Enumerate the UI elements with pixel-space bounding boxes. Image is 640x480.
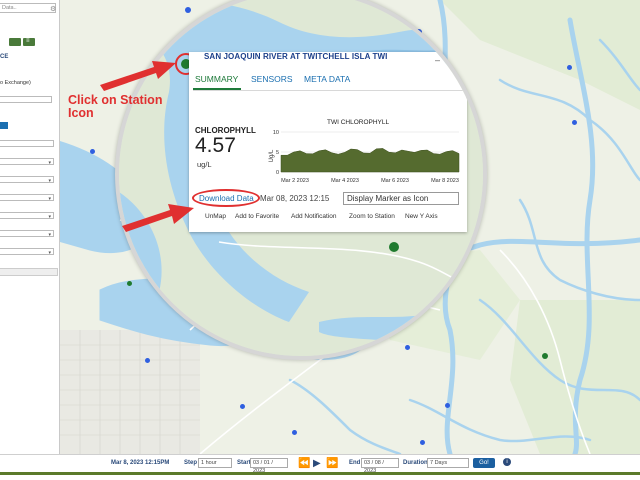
unmap-button[interactable]: UnMap [205, 213, 226, 220]
step-value: 1 hour [201, 460, 217, 466]
add-notification-button[interactable]: Add Notification [291, 213, 337, 220]
close-icon[interactable]: ✕ [451, 55, 459, 66]
station-marker[interactable] [445, 403, 450, 408]
go-button[interactable]: Go! [473, 458, 495, 468]
station-marker[interactable] [567, 65, 572, 70]
sliders-icon: ≡ [26, 38, 30, 44]
info-icon[interactable]: i [503, 458, 511, 466]
go-label: Go! [479, 460, 489, 466]
sidebar-section-label: CE [0, 54, 9, 60]
search-placeholder: Data.. [2, 5, 17, 11]
rewind-icon[interactable]: ⏪ [298, 458, 310, 469]
station-marker-green[interactable] [542, 353, 548, 359]
station-popup: SAN JOAQUIN RIVER AT TWITCHELL ISLA TWI … [189, 52, 467, 232]
station-marker[interactable] [292, 430, 297, 435]
station-marker[interactable] [420, 440, 425, 445]
station-marker[interactable] [240, 404, 245, 409]
search-input[interactable]: Data.. [0, 3, 56, 13]
sidebar-dropdown[interactable]: ▾ [0, 176, 54, 184]
end-date-field[interactable]: 03 / 08 / 2023 [361, 458, 399, 474]
sidebar-dropdown[interactable]: ▾ [0, 158, 54, 166]
time-controls-bar: Mar 8, 2023 12:15PM Step 1 hour Start 03… [0, 454, 640, 474]
play-icon[interactable]: ▶ [313, 458, 321, 469]
sidebar: Data.. ⚙ ≡ CE o Exchange) ▾ ▾ ▾ ▾ ▾ ▾ [0, 0, 60, 454]
arrow-to-download-data [122, 204, 194, 232]
chart-x-tick-label: Mar 2 2023 [281, 178, 309, 184]
sidebar-field[interactable] [0, 140, 54, 147]
end-label: End [349, 460, 361, 466]
download-highlight-ring [192, 189, 260, 207]
station-marker[interactable] [572, 120, 577, 125]
chevron-down-icon: ▾ [48, 250, 51, 256]
tab-meta-data[interactable]: META DATA [304, 74, 350, 84]
chevron-down-icon: ▾ [48, 196, 51, 202]
start-label: Start [237, 460, 251, 466]
sidebar-dropdown[interactable]: ▾ [0, 194, 54, 202]
layer-button[interactable] [9, 38, 21, 46]
display-mode-value: Display Marker as Icon [347, 194, 429, 203]
chevron-down-icon: ▾ [48, 178, 51, 184]
arrow-to-station-icon [100, 61, 176, 91]
tab-summary[interactable]: SUMMARY [195, 74, 238, 84]
chevron-down-icon: ▾ [48, 214, 51, 220]
gear-icon[interactable]: ⚙ [50, 5, 56, 13]
sidebar-apply-button[interactable] [0, 122, 8, 129]
sidebar-dropdown[interactable]: ▾ [0, 212, 54, 220]
measurement-unit: ug/L [197, 160, 212, 169]
step-label: Step [184, 460, 198, 466]
latest-timestamp: Mar 08, 2023 12:15 [260, 194, 330, 203]
chart-x-tick-label: Mar 6 2023 [381, 178, 409, 184]
duration-label: Duration [403, 460, 428, 466]
chart-title: TWI CHLOROPHYLL [327, 119, 390, 126]
start-date-field[interactable]: 03 / 01 / 2023 [250, 458, 288, 474]
duration-value: 7 Days [430, 460, 448, 466]
chevron-down-icon: ▾ [48, 160, 51, 166]
chart-y-tick-label: 5 [276, 150, 279, 156]
chlorophyll-chart[interactable]: 10 5 0 Mar 2 2023 Mar 4 2023 Mar 6 2023 Mar 8… [267, 126, 463, 186]
chart-y-tick-label: 0 [276, 170, 279, 176]
sidebar-footer [0, 268, 58, 276]
timeline-track[interactable] [0, 472, 640, 480]
tab-sensors[interactable]: SENSORS [251, 74, 293, 84]
filter-button[interactable]: ≡ [23, 38, 35, 46]
measurement-value: 4.57 [195, 134, 236, 157]
minimize-icon[interactable]: – [435, 55, 440, 65]
duration-select[interactable]: 7 Days [427, 458, 469, 468]
fast-forward-icon[interactable]: ⏩ [326, 458, 338, 469]
station-marker[interactable] [90, 149, 95, 154]
chart-y-axis-label: Ug/L [269, 149, 275, 162]
chart-y-tick-label: 10 [273, 130, 279, 136]
tab-divider [193, 90, 463, 91]
sidebar-dropdown[interactable]: ▾ [0, 230, 54, 238]
add-to-favorite-button[interactable]: Add to Favorite [235, 213, 279, 220]
click-instruction-annotation: Click on Station Icon [68, 93, 163, 120]
sidebar-field[interactable] [0, 96, 52, 103]
chevron-down-icon: ▾ [48, 232, 51, 238]
chart-x-tick-label: Mar 8 2023 [431, 178, 459, 184]
station-title: SAN JOAQUIN RIVER AT TWITCHELL ISLA TWI [204, 52, 388, 61]
step-select[interactable]: 1 hour [198, 458, 232, 468]
magnifier-callout: SAN JOAQUIN RIVER AT TWITCHELL ISLA TWI … [115, 0, 487, 360]
new-y-axis-button[interactable]: New Y Axis [405, 213, 438, 220]
current-time: Mar 8, 2023 12:15PM [111, 460, 170, 466]
chart-x-tick-label: Mar 4 2023 [331, 178, 359, 184]
sidebar-dropdown[interactable]: ▾ [0, 248, 54, 256]
sidebar-item-exchange[interactable]: o Exchange) [0, 80, 31, 86]
zoom-to-station-button[interactable]: Zoom to Station [349, 213, 395, 220]
display-mode-select[interactable]: Display Marker as Icon [343, 192, 459, 205]
station-marker[interactable] [145, 358, 150, 363]
